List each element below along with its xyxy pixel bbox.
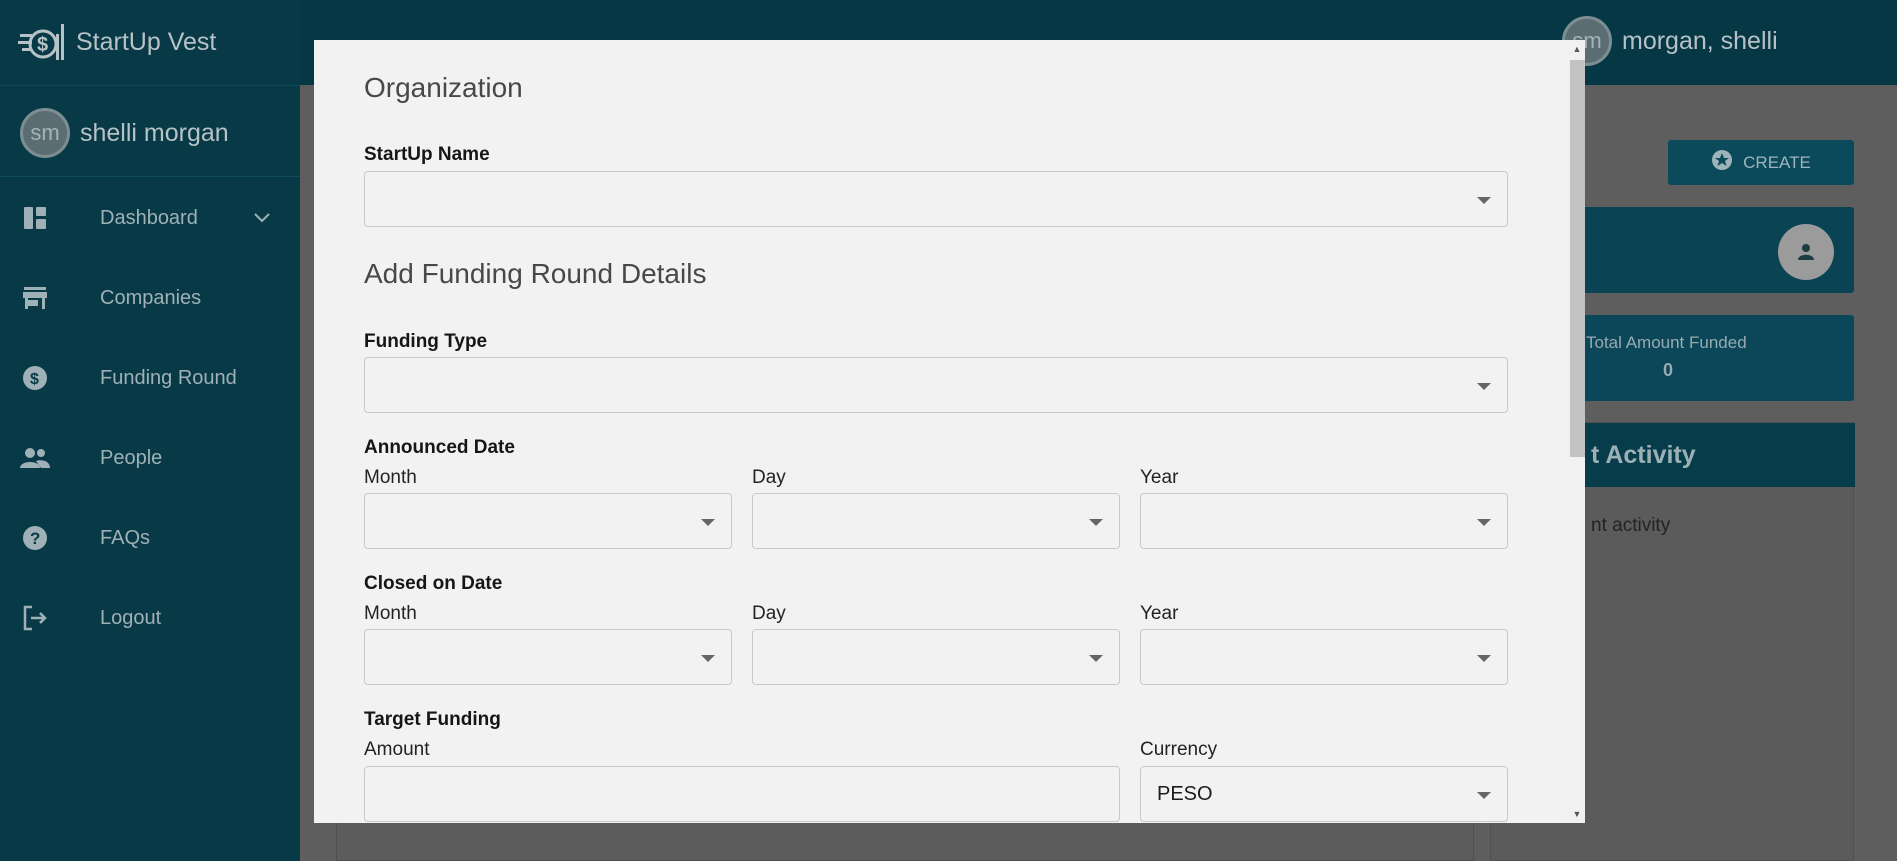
scrollbar-thumb[interactable]	[1570, 60, 1585, 457]
people-icon	[20, 443, 50, 473]
announced-date-label: Announced Date	[364, 437, 515, 458]
sidebar-item-label: FAQs	[100, 526, 151, 549]
svg-text:?: ?	[30, 529, 40, 548]
announced-month-label: Month	[364, 467, 417, 488]
closed-date-label: Closed on Date	[364, 573, 503, 594]
sidebar-item-label: Companies	[100, 286, 202, 309]
sidebar-user-name: shelli morgan	[80, 118, 229, 147]
total-amount-value: 0	[1663, 360, 1674, 380]
amount-input[interactable]	[364, 766, 1120, 822]
closed-month-select[interactable]	[364, 629, 732, 685]
sidebar-item-dashboard[interactable]: Dashboard	[0, 178, 300, 258]
announced-month-select[interactable]	[364, 493, 732, 549]
sidebar-item-faqs[interactable]: ? FAQs	[0, 498, 300, 578]
brand[interactable]: $ StartUp Vest	[18, 18, 216, 66]
create-button[interactable]: CREATE	[1668, 140, 1854, 185]
funding-type-label: Funding Type	[364, 331, 488, 352]
sidebar-item-logout[interactable]: Logout	[0, 578, 300, 658]
help-circle-icon: ?	[20, 523, 50, 553]
closed-month-label: Month	[364, 603, 417, 624]
startup-vest-logo-icon: $	[18, 20, 64, 64]
currency-value: PESO	[1157, 783, 1213, 805]
avatar: sm	[20, 108, 70, 158]
svg-text:$: $	[37, 34, 48, 56]
dollar-circle-icon: $	[20, 363, 50, 393]
star-circle-icon	[1711, 149, 1733, 176]
dashboard-icon	[20, 203, 50, 233]
divider	[0, 85, 300, 86]
section-title-organization: Organization	[364, 72, 523, 103]
activity-text: nt activity	[1591, 515, 1671, 536]
brand-name: StartUp Vest	[76, 27, 217, 56]
sidebar-nav: Dashboard Companies $ Funding Round Peop…	[0, 178, 300, 658]
caret-down-icon	[1477, 655, 1491, 662]
caret-down-icon	[1477, 792, 1491, 799]
sidebar-item-label: People	[100, 446, 163, 469]
closed-year-select[interactable]	[1140, 629, 1508, 685]
currency-label: Currency	[1140, 739, 1218, 760]
create-button-label: CREATE	[1743, 152, 1811, 172]
activity-title: t Activity	[1591, 441, 1696, 469]
announced-day-label: Day	[752, 467, 786, 488]
announced-year-select[interactable]	[1140, 493, 1508, 549]
closed-day-select[interactable]	[752, 629, 1120, 685]
caret-down-icon	[1477, 383, 1491, 390]
startup-name-select[interactable]	[364, 171, 1508, 227]
announced-day-select[interactable]	[752, 493, 1120, 549]
sidebar-item-label: Dashboard	[100, 206, 198, 229]
caret-down-icon	[1089, 519, 1103, 526]
sidebar-item-companies[interactable]: Companies	[0, 258, 300, 338]
funding-type-select[interactable]	[364, 357, 1508, 413]
amount-label: Amount	[364, 739, 430, 760]
top-user-menu[interactable]: sm morgan, shelli	[1562, 16, 1778, 66]
caret-down-icon	[701, 655, 715, 662]
person-icon	[1778, 224, 1834, 280]
scroll-down-arrow-icon[interactable]: ▼	[1571, 807, 1583, 821]
logout-icon	[20, 603, 50, 633]
modal-scrollbar[interactable]: ▲ ▼	[1567, 40, 1585, 823]
store-icon	[20, 283, 50, 313]
startup-name-label: StartUp Name	[364, 144, 490, 165]
top-user-name: morgan, shelli	[1622, 26, 1778, 55]
sidebar-item-label: Logout	[100, 606, 162, 629]
svg-text:$: $	[30, 371, 39, 388]
caret-down-icon	[1089, 655, 1103, 662]
target-funding-label: Target Funding	[364, 709, 501, 730]
sidebar-user: sm shelli morgan	[20, 108, 229, 158]
sidebar-item-people[interactable]: People	[0, 418, 300, 498]
scroll-up-arrow-icon[interactable]: ▲	[1571, 42, 1583, 56]
announced-year-label: Year	[1140, 467, 1179, 488]
sidebar: $ StartUp Vest sm shelli morgan Dashboar…	[0, 0, 300, 861]
sidebar-item-funding-round[interactable]: $ Funding Round	[0, 338, 300, 418]
currency-select[interactable]: PESO	[1140, 766, 1508, 822]
caret-down-icon	[701, 519, 715, 526]
funding-round-modal: Organization StartUp Name Add Funding Ro…	[314, 40, 1585, 823]
closed-day-label: Day	[752, 603, 786, 624]
sidebar-item-label: Funding Round	[100, 366, 237, 389]
divider	[0, 176, 300, 177]
caret-down-icon	[1477, 197, 1491, 204]
chevron-down-icon	[252, 207, 272, 230]
closed-year-label: Year	[1140, 603, 1179, 624]
section-title-funding: Add Funding Round Details	[364, 258, 707, 289]
caret-down-icon	[1477, 519, 1491, 526]
total-amount-label: Total Amount Funded	[1586, 333, 1747, 352]
